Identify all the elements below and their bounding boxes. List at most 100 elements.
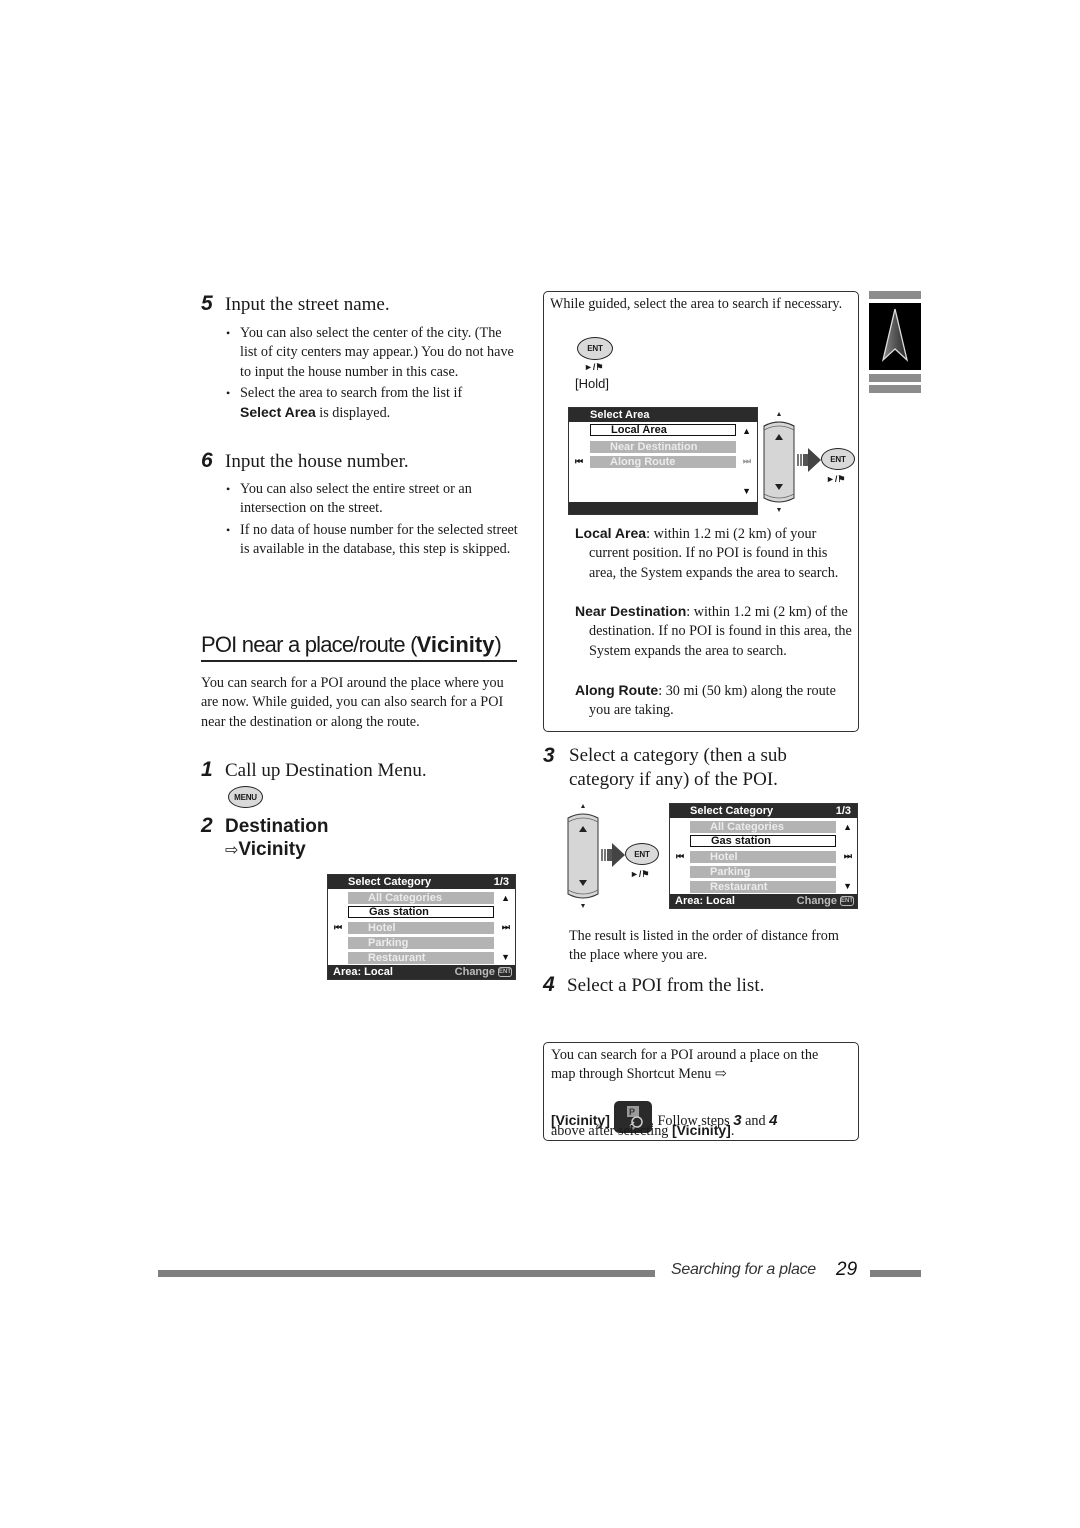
- ent-badge-icon: ENT: [498, 967, 512, 977]
- step-2-subheading: ⇨Vicinity: [225, 838, 306, 863]
- area-note-intro: While guided, select the area to search …: [550, 296, 843, 312]
- definition-near-destination: Near Destination: within 1.2 mi (2 km) o…: [575, 602, 859, 661]
- bullet-item: You can also select the center of the ci…: [226, 324, 518, 382]
- area-item[interactable]: Near Destination: [590, 441, 736, 453]
- step-number: 4: [543, 973, 555, 996]
- after-suffix: .: [730, 1123, 735, 1139]
- screen-footer: Area: Local Change ENT: [670, 894, 857, 908]
- scroll-up-icon[interactable]: ▲: [501, 893, 510, 903]
- select-area-keyword: Select Area: [240, 404, 316, 421]
- section-title-prefix: POI near a place/route (: [201, 632, 417, 657]
- step-6-heading: 6 Input the house number.: [201, 449, 409, 474]
- scroll-down-icon[interactable]: ▼: [501, 952, 510, 962]
- category-item[interactable]: Hotel: [690, 851, 836, 863]
- bullet-item: Select the area to search from the list …: [226, 384, 518, 424]
- skip-back-icon[interactable]: ⏮: [575, 456, 583, 467]
- step-6-bullets: You can also select the entire street or…: [226, 480, 518, 560]
- footer-rule-right: [870, 1270, 921, 1277]
- step-title: Select a category (then a sub category i…: [569, 745, 787, 790]
- step-number: 6: [201, 449, 213, 472]
- area-status: Area: Local: [333, 966, 393, 978]
- step-2-heading: 2 Destination: [201, 814, 328, 839]
- vicinity-label: Vicinity: [238, 839, 306, 860]
- skip-forward-icon[interactable]: ⏭: [502, 922, 510, 933]
- footer-section-name: Searching for a place: [671, 1261, 816, 1278]
- right-arrow-icon: [601, 843, 625, 867]
- select-area-screen: Select Area Local Area Near Destination …: [568, 407, 758, 515]
- step-number: 1: [201, 758, 213, 781]
- skip-back-icon[interactable]: ⏮: [334, 922, 342, 933]
- svg-text:P: P: [629, 1107, 635, 1117]
- definition-term: Near Destination: [575, 603, 687, 619]
- step-1-heading: 1 Call up Destination Menu.: [201, 758, 427, 783]
- ent-badge-icon: ENT: [840, 896, 854, 906]
- category-item[interactable]: Parking: [690, 866, 836, 878]
- step-number: 3: [543, 744, 555, 767]
- category-item[interactable]: Restaurant: [690, 881, 836, 893]
- step-4-heading: 4 Select a POI from the list.: [543, 973, 764, 998]
- shortcut-after-line: above after selecting [Vicinity].: [551, 1121, 851, 1141]
- skip-forward-icon[interactable]: ⏭: [743, 456, 751, 467]
- arrow-icon: ⇨: [225, 842, 239, 859]
- step-number: 2: [201, 814, 213, 837]
- page-indicator: 1/3: [493, 876, 509, 888]
- area-status: Area: Local: [675, 895, 735, 907]
- scroll-knob-icon[interactable]: [566, 804, 600, 908]
- bullet-item: If no data of house number for the selec…: [226, 521, 518, 560]
- category-item[interactable]: Parking: [348, 937, 494, 949]
- after-text: above after selecting: [551, 1123, 672, 1139]
- ent-button[interactable]: ENT: [821, 448, 855, 470]
- side-tab-bar: [869, 374, 921, 382]
- scroll-up-icon[interactable]: ▲: [742, 426, 751, 436]
- page-number: 29: [836, 1259, 858, 1280]
- right-arrow-icon: [797, 448, 821, 472]
- area-item[interactable]: Along Route: [590, 456, 736, 468]
- definition-term: Local Area: [575, 525, 647, 541]
- category-item[interactable]: Hotel: [348, 922, 494, 934]
- category-item[interactable]: All Categories: [690, 821, 836, 833]
- category-item-selected[interactable]: Gas station: [690, 835, 836, 847]
- side-tab-navigation: [869, 303, 921, 370]
- scroll-down-icon[interactable]: ▼: [843, 881, 852, 891]
- destination-label: Destination: [225, 816, 329, 837]
- shortcut-intro: You can search for a POI around a place …: [551, 1047, 819, 1083]
- side-tab-bar: [869, 291, 921, 299]
- step-number: 5: [201, 292, 213, 315]
- scroll-knob-icon[interactable]: [762, 412, 796, 512]
- footer-rule-left: [158, 1270, 655, 1277]
- menu-button[interactable]: MENU: [228, 786, 263, 808]
- skip-forward-icon[interactable]: ⏭: [844, 851, 852, 862]
- play-flag-icon: ►/⚑: [630, 869, 650, 879]
- category-item[interactable]: Restaurant: [348, 952, 494, 964]
- step-title: Input the street name.: [225, 294, 390, 315]
- screen-title: Select Area: [590, 409, 650, 421]
- ent-button[interactable]: ENT: [625, 843, 659, 865]
- vicinity-keyword: [Vicinity]: [671, 1122, 731, 1138]
- ent-button[interactable]: ENT: [577, 337, 613, 360]
- bullet-text: Select the area to search from the list …: [240, 384, 463, 401]
- shortcut-menu-note: You can search for a POI around a place …: [543, 1042, 859, 1141]
- bullet-suffix: is displayed.: [315, 405, 391, 422]
- definition-along-route: Along Route: 30 mi (50 km) along the rou…: [575, 681, 857, 721]
- screen-header: Select Category 1/3: [328, 875, 515, 889]
- skip-back-icon[interactable]: ⏮: [676, 851, 684, 862]
- select-category-screen: Select Category 1/3 All Categories Gas s…: [669, 803, 858, 909]
- bullet-item: You can also select the entire street or…: [226, 480, 518, 519]
- screen-footer: [569, 502, 757, 514]
- scroll-down-icon[interactable]: ▼: [742, 486, 751, 496]
- play-flag-icon: ►/⚑: [826, 474, 846, 484]
- section-title-suffix: ): [494, 632, 501, 657]
- step-5-heading: 5 Input the street name.: [201, 292, 390, 317]
- category-item-selected[interactable]: Gas station: [348, 906, 494, 918]
- change-label: Change: [796, 895, 837, 907]
- step-title: Call up Destination Menu.: [225, 760, 427, 781]
- side-tab-bar: [869, 385, 921, 393]
- section-intro: You can search for a POI around the plac…: [201, 675, 504, 730]
- result-order-note: The result is listed in the order of dis…: [569, 928, 839, 964]
- step-5-bullets: You can also select the center of the ci…: [226, 324, 518, 424]
- area-item-selected[interactable]: Local Area: [590, 424, 736, 436]
- screen-title: Select Category: [690, 805, 774, 817]
- scroll-up-icon[interactable]: ▲: [843, 822, 852, 832]
- section-title-keyword: Vicinity: [416, 632, 495, 657]
- category-item[interactable]: All Categories: [348, 892, 494, 904]
